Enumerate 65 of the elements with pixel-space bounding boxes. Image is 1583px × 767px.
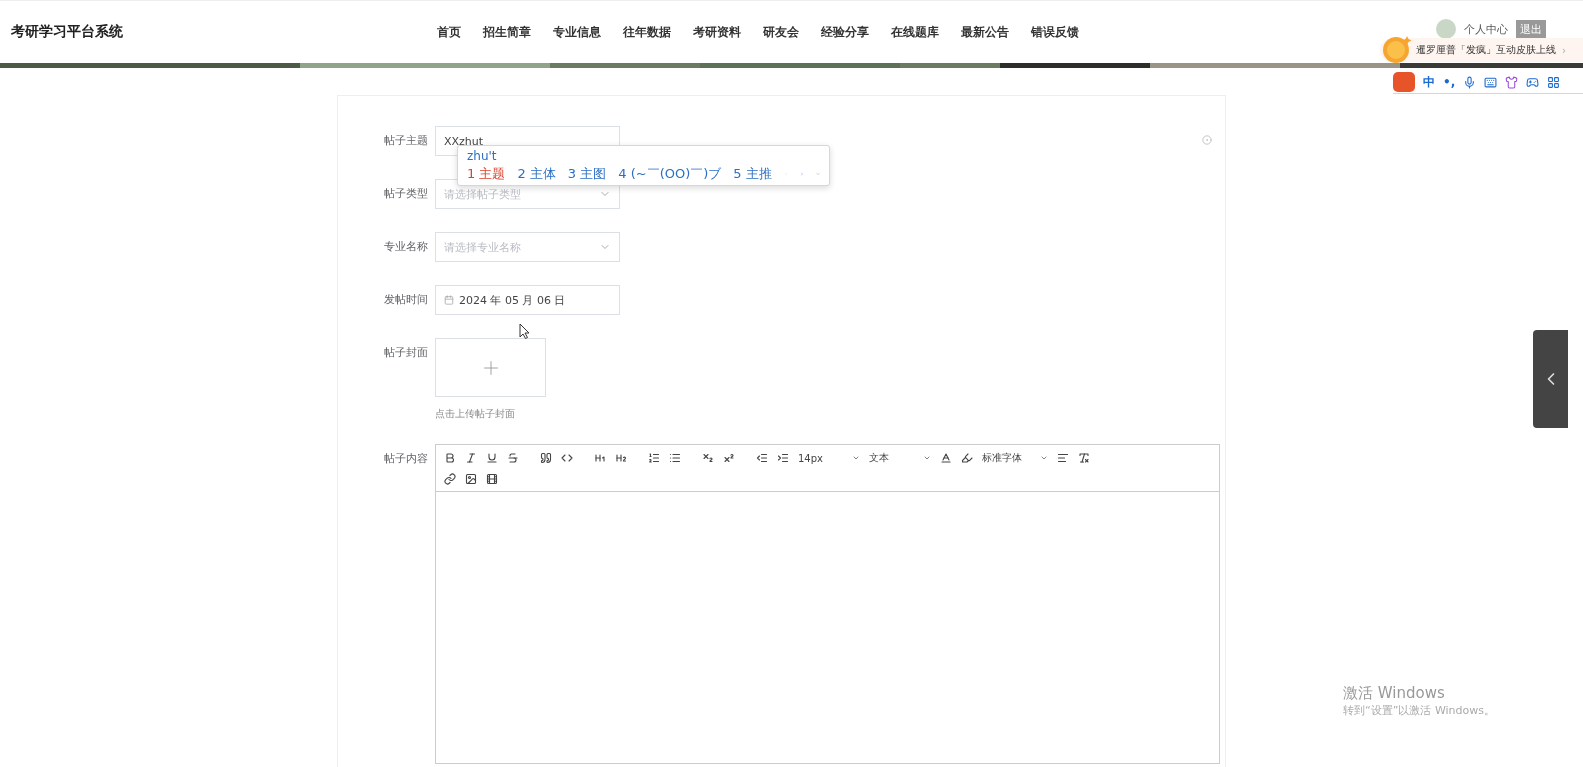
ime-candidate[interactable]: 5 主推 [733,165,772,183]
link-icon[interactable] [444,473,456,485]
underline-icon[interactable] [486,452,498,464]
gamepad-icon[interactable] [1526,75,1540,89]
field-label: 专业名称 [383,239,429,255]
cursor-icon [519,323,530,339]
ime-candidate[interactable]: 4 (~￣(OO)￣)ブ [618,165,722,183]
sun-icon [1382,34,1412,64]
outdent-icon[interactable] [756,452,768,464]
font-size-select[interactable]: 14px [798,452,860,464]
shirt-icon[interactable] [1505,75,1519,89]
video-icon[interactable] [486,473,498,485]
heading-one-icon[interactable] [594,452,606,464]
microphone-icon[interactable] [1463,75,1477,89]
upload-hint: 点击上传帖子封面 [435,407,516,421]
nav-link[interactable]: 经验分享 [821,23,869,41]
superscript-icon[interactable] [723,452,735,464]
nav-link[interactable]: 错误反馈 [1031,23,1079,41]
ime-mode[interactable]: 中 [1423,73,1435,91]
block-type-select[interactable]: 文本 [869,451,931,465]
field-label: 帖子主题 [383,133,429,149]
grid-icon[interactable] [1547,75,1561,89]
chevron-down-icon [1040,454,1048,462]
field-label: 发帖时间 [383,292,429,308]
nav-link[interactable]: 研友会 [763,23,799,41]
input-method-logo[interactable] [1393,72,1415,92]
align-icon[interactable] [1057,452,1069,464]
font-family-select[interactable]: 标准字体 [982,451,1048,465]
text-color-icon[interactable] [940,452,952,464]
heading-two-icon[interactable] [615,452,627,464]
nav-link[interactable]: 往年数据 [623,23,671,41]
nav-link[interactable]: 在线题库 [891,23,939,41]
subscript-icon[interactable] [702,452,714,464]
keyboard-icon[interactable] [1484,75,1498,89]
bold-icon[interactable] [444,452,456,464]
ime-notice-text: 暹罗厘普「发疯」互动皮肤上线 [1416,43,1556,57]
circle-dot-icon [1202,135,1212,145]
nav-link[interactable]: 专业信息 [553,23,601,41]
nav-link[interactable]: 最新公告 [961,23,1009,41]
profile-link[interactable]: 个人中心 [1464,21,1508,37]
indent-icon[interactable] [777,452,789,464]
chevron-down-icon [852,454,860,462]
nav-link[interactable]: 招生简章 [483,23,531,41]
field-label: 帖子内容 [383,451,429,467]
quote-icon[interactable] [540,452,552,464]
bullet-list-icon[interactable] [669,452,681,464]
date-field[interactable]: 2024 年 05 月 06 日 [435,285,620,315]
activation-subtitle: 转到“设置”以激活 Windows。 [1343,703,1495,718]
strikethrough-icon[interactable] [507,452,519,464]
field-label: 帖子类型 [383,186,429,202]
activation-title: 激活 Windows [1343,684,1446,703]
image-icon[interactable] [465,473,477,485]
code-icon[interactable] [561,452,573,464]
site-title: 考研学习平台系统 [11,23,124,41]
nav-link[interactable]: 考研资料 [693,23,741,41]
chevron-down-icon [923,454,931,462]
highlight-icon[interactable] [961,452,973,464]
calendar-icon [444,295,454,305]
field-label: 帖子封面 [383,345,429,361]
rich-text-editor[interactable]: 14px 文本 标准字体 [435,444,1220,764]
nav-link[interactable]: 首页 [437,23,461,41]
italic-icon[interactable] [465,452,477,464]
ordered-list-icon[interactable] [648,452,660,464]
ime-punctuation[interactable]: •, [1443,75,1456,89]
clear-format-icon[interactable] [1078,452,1090,464]
